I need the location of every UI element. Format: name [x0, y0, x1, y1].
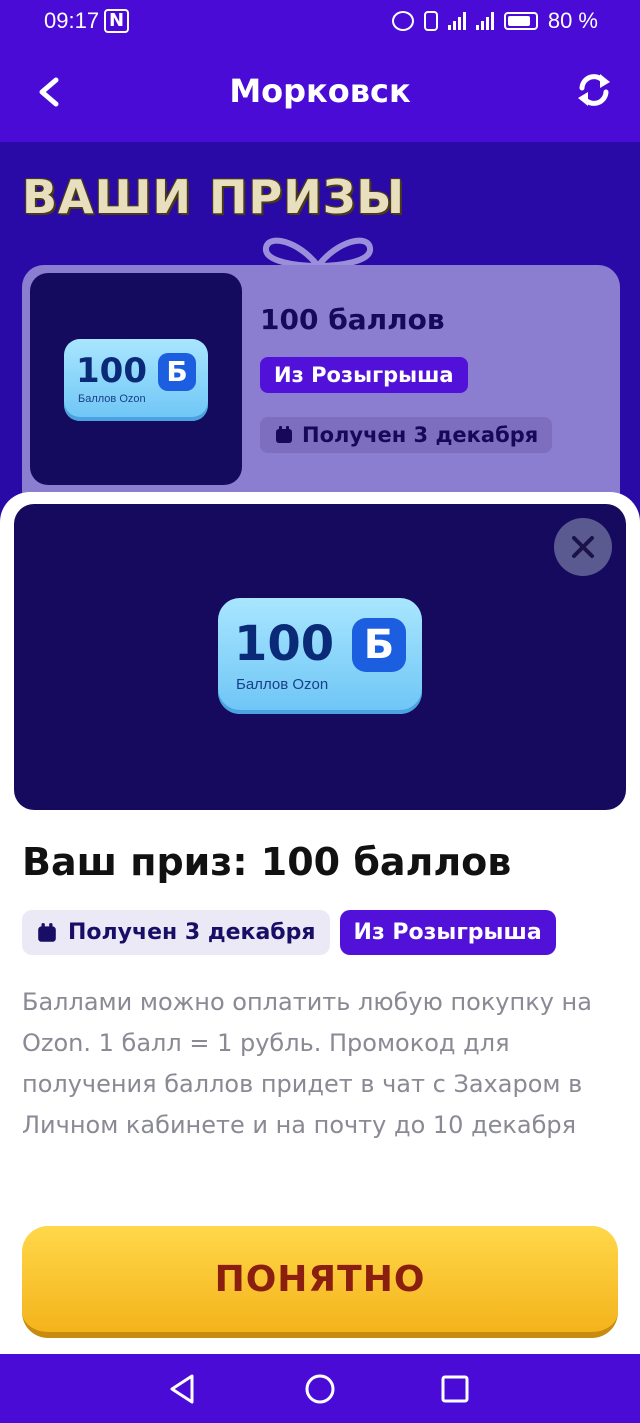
calendar-icon: [38, 922, 56, 942]
source-badge: Из Розыгрыша: [339, 910, 556, 955]
battery-level: 80 %: [547, 8, 598, 33]
page-title: Морковск: [229, 72, 411, 110]
status-bar: 09:17 N 80 %: [0, 0, 640, 42]
calendar-icon: [276, 426, 292, 443]
close-icon: [572, 536, 594, 558]
signal-4g-icon: [475, 12, 494, 30]
prize-bottom-sheet: 100 Б Баллов Ozon Ваш приз: 100 баллов П…: [0, 492, 640, 1354]
prize-source-badge: Из Розыгрыша: [260, 357, 468, 393]
prize-banner: 100 Б Баллов Ozon: [14, 504, 626, 810]
alarm-icon: [391, 11, 414, 31]
date-badge: Получен 3 декабря: [22, 910, 330, 955]
prize-card-image: 100 Б Баллов Ozon: [30, 273, 242, 485]
refresh-button[interactable]: [574, 70, 614, 110]
ozon-points-logo-large: 100 Б Баллов Ozon: [218, 598, 422, 714]
ok-button-label: ПОНЯТНО: [214, 1258, 426, 1300]
prizes-title: ВАШИ ПРИЗЫ: [22, 170, 406, 224]
prize-date-badge: Получен 3 декабря: [260, 417, 553, 453]
logo-caption: Баллов Ozon: [236, 676, 329, 693]
back-nav-icon[interactable]: [166, 1372, 200, 1406]
status-icons: 80 %: [391, 8, 598, 34]
logo-caption: Баллов Ozon: [78, 393, 146, 405]
ok-button[interactable]: ПОНЯТНО: [22, 1226, 618, 1338]
home-nav-icon[interactable]: [303, 1372, 337, 1406]
nfc-icon: N: [104, 9, 130, 33]
logo-letter: Б: [352, 618, 406, 672]
prize-description: Баллами можно оплатить любую покупку на …: [22, 988, 592, 1139]
recents-nav-icon[interactable]: [438, 1372, 472, 1406]
date-badge-text: Получен 3 декабря: [68, 920, 316, 945]
battery-icon: [503, 12, 538, 30]
refresh-icon: [578, 74, 610, 106]
ozon-points-logo: 100 Б Баллов Ozon: [64, 339, 208, 421]
logo-letter: Б: [158, 353, 196, 391]
app-header: Морковск: [0, 42, 640, 142]
signal-icon: [447, 12, 466, 30]
prize-card-name: 100 баллов: [260, 303, 445, 336]
prize-title: Ваш приз: 100 баллов: [22, 840, 512, 884]
vibrate-icon: [423, 11, 438, 31]
logo-number: 100: [76, 351, 147, 391]
close-button[interactable]: [554, 518, 612, 576]
status-time: 09:17: [44, 8, 100, 33]
prize-card[interactable]: 100 Б Баллов Ozon 100 баллов Из Розыгрыш…: [22, 265, 620, 515]
system-nav-bar: [0, 1354, 640, 1423]
prize-badges: Получен 3 декабря Из Розыгрыша: [22, 910, 556, 955]
logo-number: 100: [234, 616, 335, 672]
prize-date-text: Получен 3 декабря: [302, 423, 539, 447]
